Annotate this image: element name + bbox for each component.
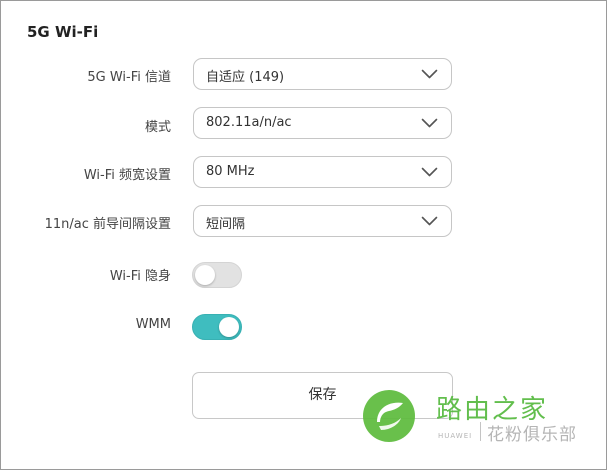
watermark-brand: HUAWEI bbox=[438, 432, 473, 440]
chevron-down-icon bbox=[421, 167, 438, 177]
chevron-down-icon bbox=[421, 69, 438, 79]
mode-select-value: 802.11a/n/ac bbox=[206, 115, 292, 130]
channel-select[interactable]: 自适应 (149) bbox=[193, 58, 452, 90]
wifi-hidden-label: Wi-Fi 隐身 bbox=[109, 269, 171, 284]
guard-interval-select-value: 短间隔 bbox=[206, 217, 246, 232]
channel-label: 5G Wi-Fi 信道 bbox=[87, 70, 171, 85]
bandwidth-label: Wi-Fi 频宽设置 bbox=[83, 168, 171, 183]
leaf-logo-icon bbox=[363, 390, 415, 442]
wmm-toggle[interactable] bbox=[192, 314, 242, 340]
chevron-down-icon bbox=[421, 118, 438, 128]
watermark-divider bbox=[480, 422, 481, 441]
section-title: 5G Wi-Fi bbox=[27, 23, 99, 41]
guard-interval-select[interactable]: 短间隔 bbox=[193, 205, 452, 237]
channel-select-value: 自适应 (149) bbox=[206, 70, 285, 85]
chevron-down-icon bbox=[421, 216, 438, 226]
bandwidth-select-value: 80 MHz bbox=[206, 164, 255, 179]
mode-label: 模式 bbox=[144, 120, 171, 135]
guard-interval-label: 11n/ac 前导间隔设置 bbox=[44, 217, 171, 232]
mode-select[interactable]: 802.11a/n/ac bbox=[193, 107, 452, 139]
toggle-knob bbox=[195, 265, 215, 285]
toggle-knob bbox=[219, 317, 239, 337]
wifi-settings-panel: 5G Wi-Fi 5G Wi-Fi 信道 自适应 (149) 模式 802.11… bbox=[0, 0, 607, 470]
watermark-subtitle: 花粉俱乐部 bbox=[487, 425, 577, 445]
wmm-label: WMM bbox=[135, 317, 171, 332]
wifi-hidden-toggle[interactable] bbox=[192, 262, 242, 288]
bandwidth-select[interactable]: 80 MHz bbox=[193, 156, 452, 188]
